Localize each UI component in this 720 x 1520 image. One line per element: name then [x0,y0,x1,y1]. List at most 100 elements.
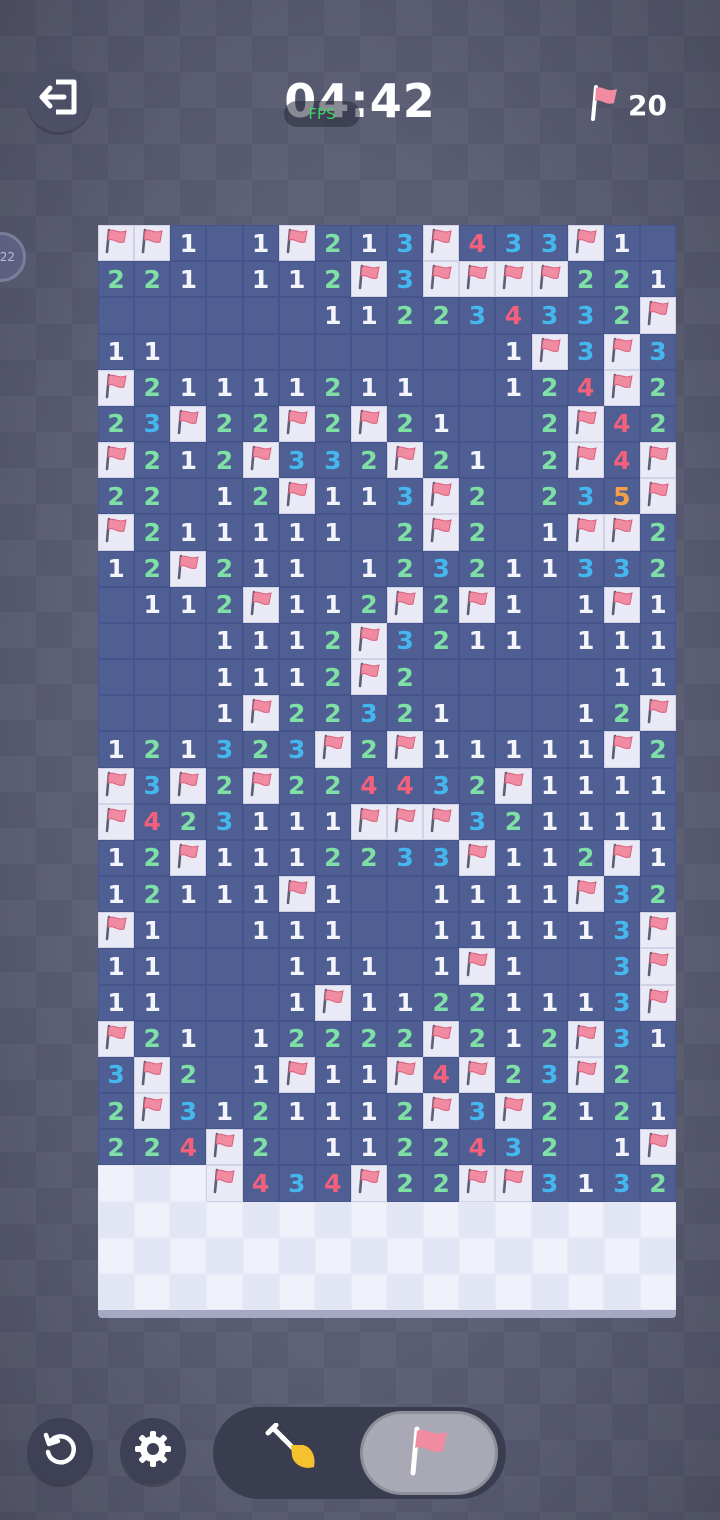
number-cell[interactable]: 2 [387,1020,424,1057]
number-cell[interactable]: 2 [459,984,496,1021]
flagged-cell[interactable] [603,586,640,623]
number-cell[interactable]: 2 [98,1093,135,1130]
number-cell[interactable]: 1 [242,839,279,876]
number-cell[interactable]: 2 [98,478,135,515]
empty-cell[interactable] [98,659,135,696]
number-cell[interactable]: 4 [495,297,532,334]
flagged-cell[interactable] [98,1020,135,1057]
number-cell[interactable]: 2 [206,442,243,479]
unrevealed-cell[interactable] [170,1165,207,1202]
number-cell[interactable]: 3 [495,225,532,262]
number-cell[interactable]: 1 [242,803,279,840]
flagged-cell[interactable] [387,1056,424,1093]
number-cell[interactable]: 3 [459,1093,496,1130]
number-cell[interactable]: 1 [603,1129,640,1166]
number-cell[interactable]: 3 [459,297,496,334]
number-cell[interactable]: 2 [206,767,243,804]
number-cell[interactable]: 1 [314,514,351,551]
empty-cell[interactable] [206,984,243,1021]
empty-cell[interactable] [350,876,387,913]
empty-cell[interactable] [495,514,532,551]
flagged-cell[interactable] [387,731,424,768]
number-cell[interactable]: 1 [314,1056,351,1093]
flagged-cell[interactable] [350,261,387,298]
number-cell[interactable]: 1 [170,1020,207,1057]
number-cell[interactable]: 1 [567,731,604,768]
number-cell[interactable]: 2 [603,695,640,732]
number-cell[interactable]: 2 [242,1093,279,1130]
number-cell[interactable]: 3 [531,297,568,334]
empty-cell[interactable] [495,659,532,696]
number-cell[interactable]: 5 [603,478,640,515]
empty-cell[interactable] [423,659,460,696]
number-cell[interactable]: 4 [350,767,387,804]
number-cell[interactable]: 1 [350,297,387,334]
number-cell[interactable]: 3 [567,478,604,515]
number-cell[interactable]: 1 [314,1129,351,1166]
flagged-cell[interactable] [350,1165,387,1202]
number-cell[interactable]: 2 [242,405,279,442]
flagged-cell[interactable] [603,333,640,370]
number-cell[interactable]: 3 [567,550,604,587]
number-cell[interactable]: 2 [134,369,171,406]
number-cell[interactable]: 1 [350,984,387,1021]
number-cell[interactable]: 3 [387,478,424,515]
number-cell[interactable]: 4 [423,1056,460,1093]
number-cell[interactable]: 2 [639,550,676,587]
number-cell[interactable]: 1 [639,1020,676,1057]
number-cell[interactable]: 1 [603,225,640,262]
number-cell[interactable]: 2 [639,876,676,913]
number-cell[interactable]: 2 [639,514,676,551]
empty-cell[interactable] [170,695,207,732]
number-cell[interactable]: 1 [98,876,135,913]
flagged-cell[interactable] [639,695,676,732]
number-cell[interactable]: 3 [387,261,424,298]
number-cell[interactable]: 3 [206,731,243,768]
number-cell[interactable]: 2 [170,803,207,840]
number-cell[interactable]: 1 [314,912,351,949]
number-cell[interactable]: 1 [531,731,568,768]
number-cell[interactable]: 2 [242,1129,279,1166]
flagged-cell[interactable] [278,1056,315,1093]
number-cell[interactable]: 2 [206,586,243,623]
number-cell[interactable]: 2 [314,659,351,696]
number-cell[interactable]: 2 [603,1093,640,1130]
unrevealed-cell[interactable] [134,1237,171,1274]
number-cell[interactable]: 1 [639,586,676,623]
unrevealed-cell[interactable] [242,1201,279,1238]
number-cell[interactable]: 3 [278,731,315,768]
empty-cell[interactable] [495,405,532,442]
flagged-cell[interactable] [170,839,207,876]
flagged-cell[interactable] [639,478,676,515]
flagged-cell[interactable] [567,876,604,913]
number-cell[interactable]: 2 [423,1165,460,1202]
side-badge[interactable]: 22 [0,232,26,282]
number-cell[interactable]: 1 [170,261,207,298]
number-cell[interactable]: 1 [350,1056,387,1093]
number-cell[interactable]: 1 [314,803,351,840]
number-cell[interactable]: 3 [603,984,640,1021]
number-cell[interactable]: 1 [423,405,460,442]
flagged-cell[interactable] [495,1165,532,1202]
unrevealed-cell[interactable] [423,1201,460,1238]
number-cell[interactable]: 1 [495,622,532,659]
number-cell[interactable]: 1 [639,622,676,659]
number-cell[interactable]: 1 [387,984,424,1021]
empty-cell[interactable] [531,622,568,659]
number-cell[interactable]: 2 [387,1129,424,1166]
number-cell[interactable]: 1 [567,803,604,840]
number-cell[interactable]: 2 [639,731,676,768]
number-cell[interactable]: 1 [531,550,568,587]
number-cell[interactable]: 2 [98,261,135,298]
unrevealed-cell[interactable] [134,1201,171,1238]
number-cell[interactable]: 1 [423,948,460,985]
number-cell[interactable]: 3 [603,948,640,985]
number-cell[interactable]: 2 [350,1020,387,1057]
empty-cell[interactable] [98,695,135,732]
flagged-cell[interactable] [206,1165,243,1202]
number-cell[interactable]: 1 [242,369,279,406]
empty-cell[interactable] [459,659,496,696]
empty-cell[interactable] [567,948,604,985]
empty-cell[interactable] [170,948,207,985]
number-cell[interactable]: 1 [639,767,676,804]
